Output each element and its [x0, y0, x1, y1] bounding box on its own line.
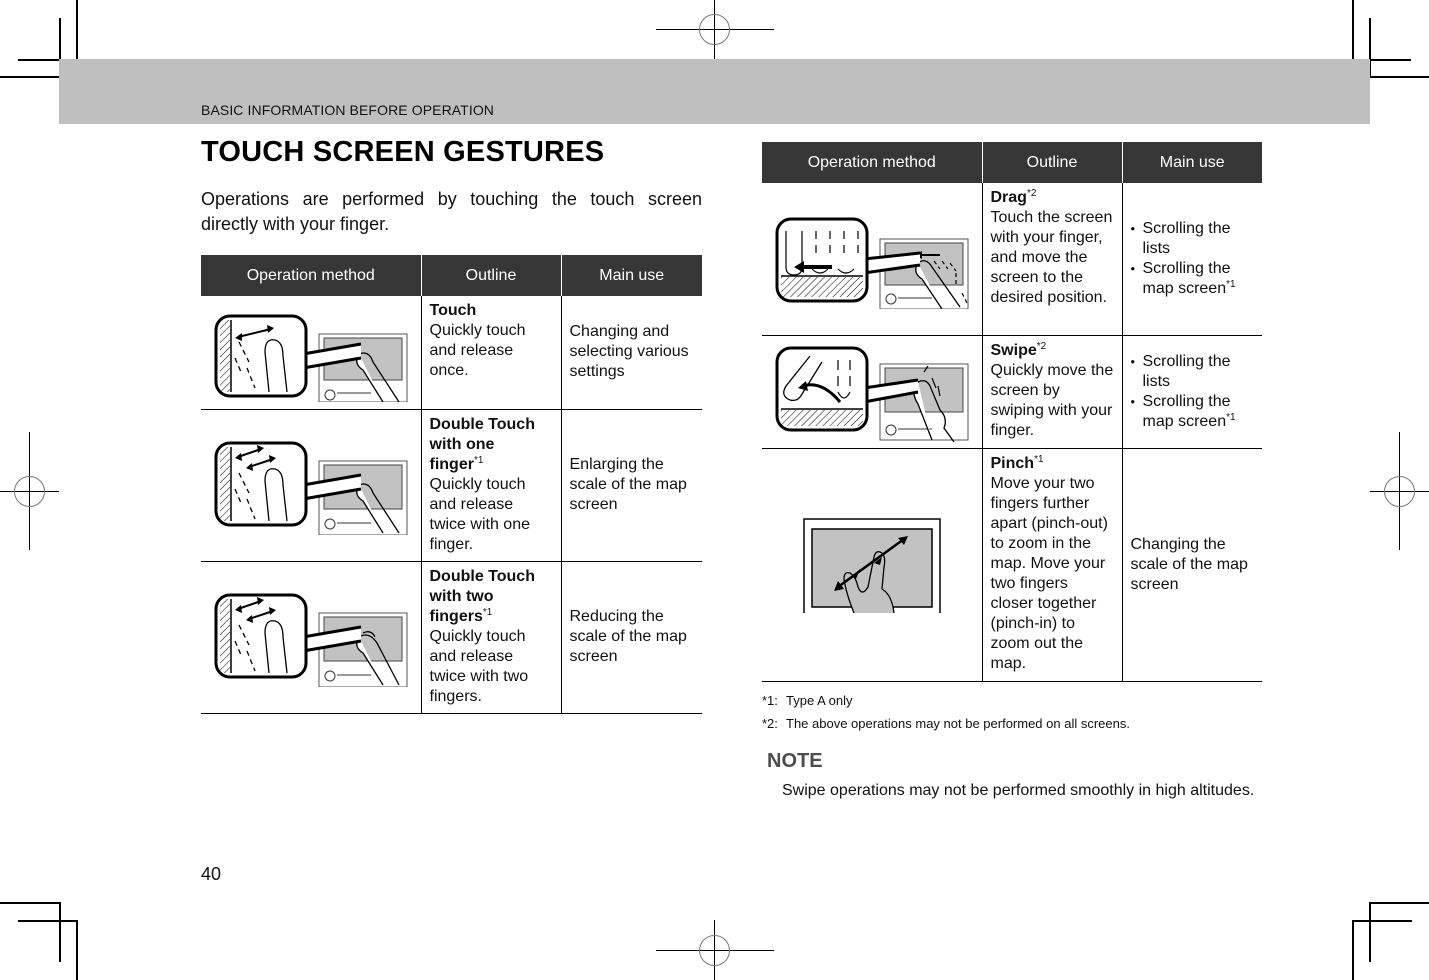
- footnote-mark: *2: [1036, 340, 1047, 352]
- main-use-cell: Scrolling the lists Scrolling the map sc…: [1121, 183, 1262, 336]
- main-use-item: Scrolling the lists: [1131, 352, 1255, 392]
- gesture-title: Double Touch with one finger*1: [429, 415, 535, 473]
- gesture-description: Quickly move the screen by swiping with …: [990, 361, 1114, 439]
- gesture-description: Touch the screen with your finger, and m…: [990, 209, 1113, 306]
- footnotes: *1: Type A only *2: The above operations…: [762, 689, 1130, 735]
- table-row: Double Touch with one finger*1 Quickly t…: [201, 409, 702, 562]
- page-number: 40: [201, 864, 222, 884]
- table-row: Drag*2 Touch the screen with your finger…: [762, 183, 1262, 336]
- main-use-item: Scrolling the lists: [1131, 219, 1255, 259]
- gestures-table-left: Operation method Outline Main use Touch …: [201, 255, 702, 714]
- main-use-list: Scrolling the lists Scrolling the map sc…: [1131, 352, 1255, 432]
- outline-cell: Swipe*2 Quickly move the screen by swipi…: [981, 335, 1122, 449]
- footnote-mark: *1: [1226, 411, 1236, 423]
- page-title: TOUCH SCREEN GESTURES: [201, 136, 605, 168]
- footnote: *1: Type A only: [762, 689, 1130, 712]
- footnote-marker: *1:: [762, 693, 778, 708]
- footnote-mark: *1: [1034, 453, 1044, 465]
- gestures-table-right: Operation method Outline Main use Drag*2…: [762, 142, 1262, 682]
- footnote-marker: *2:: [762, 716, 778, 731]
- table-header-row: Operation method Outline Main use: [201, 255, 702, 296]
- gesture-description: Move your two fingers further apart (pin…: [990, 474, 1108, 672]
- touch-gesture-illustration: [201, 296, 421, 410]
- drag-gesture-illustration: [762, 183, 982, 336]
- table-row: Pinch*1 Move your two fingers further ap…: [762, 448, 1262, 682]
- double-touch-two-fingers-illustration: [201, 561, 421, 714]
- column-header-outline: Outline: [420, 255, 561, 296]
- column-header-main-use: Main use: [1121, 142, 1262, 183]
- main-use-item: Scrolling the map screen*1: [1131, 392, 1255, 432]
- footnote-mark: *1: [482, 606, 493, 618]
- table-row: Touch Quickly touch and release once. Ch…: [201, 296, 702, 410]
- table-header-row: Operation method Outline Main use: [762, 142, 1262, 183]
- note-heading: NOTE: [767, 750, 823, 772]
- gesture-title: Touch: [429, 302, 477, 319]
- main-use-cell: Reducing the scale of the map screen: [560, 561, 702, 714]
- main-use-cell: Enlarging the scale of the map screen: [560, 409, 702, 562]
- column-header-operation-method: Operation method: [201, 255, 421, 296]
- footnote-mark: *1: [473, 454, 484, 466]
- note-body: Swipe operations may not be performed sm…: [782, 782, 1255, 799]
- double-touch-one-finger-illustration: [201, 409, 421, 562]
- outline-cell: Touch Quickly touch and release once.: [420, 296, 561, 410]
- outline-cell: Pinch*1 Move your two fingers further ap…: [981, 448, 1122, 682]
- main-use-cell: Scrolling the lists Scrolling the map sc…: [1121, 335, 1262, 449]
- gesture-description: Quickly touch and release once.: [429, 322, 526, 379]
- footnote-text: The above operations may not be performe…: [786, 716, 1130, 731]
- footnote: *2: The above operations may not be perf…: [762, 712, 1130, 735]
- table-row: Double Touch with two fingers*1 Quickly …: [201, 561, 702, 714]
- gesture-title: Drag*2: [990, 188, 1037, 207]
- gesture-description: Quickly touch and release twice with two…: [429, 627, 529, 705]
- pinch-gesture-illustration: [762, 448, 982, 682]
- gesture-title: Swipe*2: [990, 340, 1047, 359]
- column-header-main-use: Main use: [560, 255, 702, 296]
- intro-paragraph: Operations are performed by touching the…: [201, 189, 702, 234]
- main-use-cell: Changing the scale of the map screen: [1121, 448, 1262, 682]
- gesture-description: Quickly touch and release twice with one…: [429, 475, 531, 553]
- gesture-title: Pinch*1: [990, 453, 1044, 472]
- footnote-text: Type A only: [786, 693, 853, 708]
- column-header-operation-method: Operation method: [762, 142, 982, 183]
- gesture-title: Double Touch with two fingers*1: [429, 567, 535, 625]
- footnote-mark: *2: [1026, 188, 1037, 199]
- outline-cell: Drag*2 Touch the screen with your finger…: [981, 183, 1122, 336]
- outline-cell: Double Touch with one finger*1 Quickly t…: [420, 409, 561, 562]
- table-row: Swipe*2 Quickly move the screen by swipi…: [762, 335, 1262, 449]
- section-header: BASIC INFORMATION BEFORE OPERATION: [201, 102, 495, 118]
- main-use-cell: Changing and selecting various settings: [560, 296, 702, 410]
- outline-cell: Double Touch with two fingers*1 Quickly …: [420, 561, 561, 714]
- main-use-item: Scrolling the map screen*1: [1131, 259, 1255, 299]
- column-header-outline: Outline: [981, 142, 1122, 183]
- footnote-mark: *1: [1226, 278, 1236, 290]
- swipe-gesture-illustration: [762, 335, 982, 449]
- main-use-list: Scrolling the lists Scrolling the map sc…: [1131, 219, 1255, 299]
